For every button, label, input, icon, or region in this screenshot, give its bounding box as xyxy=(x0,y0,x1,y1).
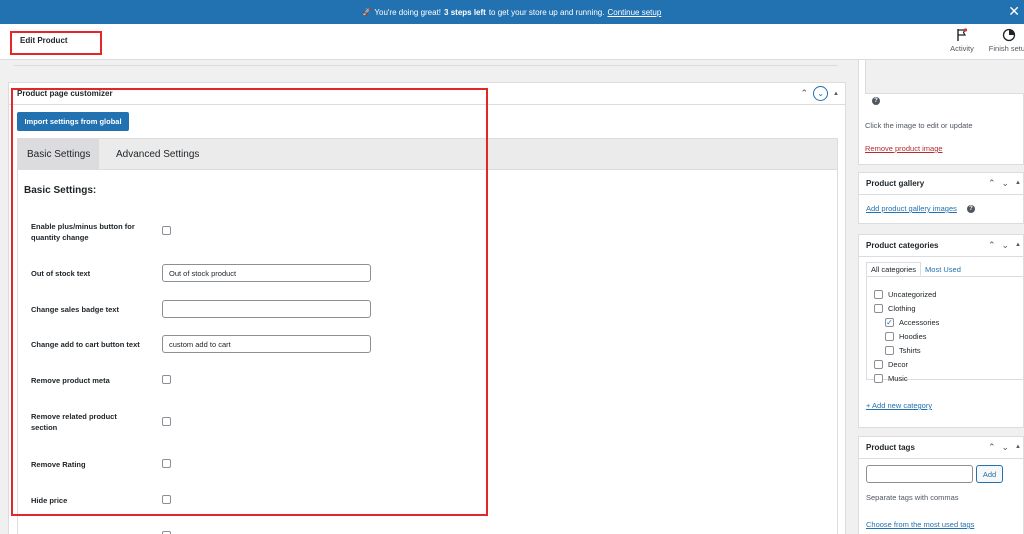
product-image-hint: Click the image to edit or update xyxy=(865,121,973,130)
notice-text-before: You're doing great! xyxy=(374,7,442,17)
category-item[interactable]: Music xyxy=(874,374,908,383)
category-checkbox[interactable] xyxy=(874,374,883,383)
category-label: Decor xyxy=(888,360,909,369)
continue-setup-link[interactable]: Continue setup xyxy=(607,8,661,17)
triangle-up-icon[interactable]: ▲ xyxy=(1015,178,1021,188)
chevron-up-icon[interactable]: ⌃ xyxy=(801,88,809,99)
category-label: Clothing xyxy=(888,304,916,313)
product-categories-header: Product categories ⌃ ⌄ ▲ xyxy=(859,235,1023,257)
product-categories-title: Product categories xyxy=(866,241,939,250)
product-categories-box: Product categories ⌃ ⌄ ▲ All categories … xyxy=(858,234,1024,428)
help-icon[interactable]: ? xyxy=(872,97,880,105)
help-icon[interactable]: ? xyxy=(967,205,975,213)
choose-most-used-tags-link[interactable]: Choose from the most used tags xyxy=(866,520,974,529)
finish-setup-button[interactable]: Finish setup xyxy=(986,28,1024,53)
product-tags-controls: ⌃ ⌄ ▲ xyxy=(988,442,1021,452)
notice-steps-left: 3 steps left xyxy=(444,7,486,17)
product-tags-header: Product tags ⌃ ⌄ ▲ xyxy=(859,437,1023,459)
notice-text-after: to get your store up and running. xyxy=(488,7,605,17)
remove-product-image-link[interactable]: Remove product image xyxy=(865,144,943,153)
category-item[interactable]: Tshirts xyxy=(885,346,921,355)
category-label: Hoodies xyxy=(899,332,927,341)
chevron-up-icon[interactable]: ⌃ xyxy=(988,240,996,250)
product-tags-box: Product tags ⌃ ⌄ ▲ Add Separate tags wit… xyxy=(858,436,1024,534)
triangle-up-icon[interactable]: ▲ xyxy=(1015,240,1021,250)
product-categories-controls: ⌃ ⌄ ▲ xyxy=(988,240,1021,250)
page-header: Edit Product Activity Finish setup xyxy=(0,24,1024,60)
product-gallery-box: Product gallery ⌃ ⌄ ▲ Add product galler… xyxy=(858,172,1024,224)
highlight-box-customizer xyxy=(11,88,488,516)
close-icon[interactable]: ✕ xyxy=(1008,3,1020,19)
activity-label: Activity xyxy=(950,44,974,53)
add-gallery-images-link[interactable]: Add product gallery images xyxy=(866,204,957,213)
chevron-up-icon[interactable]: ⌃ xyxy=(988,178,996,188)
category-label: Tshirts xyxy=(899,346,921,355)
category-list: Uncategorized Clothing ✓ Accessories Hood… xyxy=(866,276,1024,383)
product-image-box: ? Click the image to edit or update Remo… xyxy=(858,60,1024,165)
category-checkbox[interactable] xyxy=(885,346,894,355)
tab-most-used[interactable]: Most Used xyxy=(921,262,965,276)
category-item[interactable]: Decor xyxy=(874,360,908,369)
chevron-down-icon[interactable]: ⌄ xyxy=(1002,178,1010,188)
product-image-preview[interactable] xyxy=(865,60,1024,94)
chevron-down-icon[interactable]: ⌄ xyxy=(1002,442,1010,452)
finish-setup-label: Finish setup xyxy=(988,44,1024,53)
setup-notice-bar: 🚀 You're doing great! 3 steps left to ge… xyxy=(0,0,1024,24)
previous-section-edge xyxy=(14,60,838,66)
tag-input[interactable] xyxy=(866,465,973,483)
tags-hint: Separate tags with commas xyxy=(866,493,959,502)
highlight-box-title xyxy=(10,31,102,55)
chevron-up-icon[interactable]: ⌃ xyxy=(988,442,996,452)
category-checkbox[interactable] xyxy=(885,332,894,341)
chevron-down-icon[interactable]: ⌄ xyxy=(813,86,829,101)
product-gallery-title: Product gallery xyxy=(866,179,925,188)
add-tag-button[interactable]: Add xyxy=(976,465,1003,483)
tab-all-categories[interactable]: All categories xyxy=(866,262,922,276)
activity-button[interactable]: Activity xyxy=(942,28,982,53)
category-item[interactable]: ✓ Accessories xyxy=(885,318,939,327)
product-gallery-controls: ⌃ ⌄ ▲ xyxy=(988,178,1021,188)
metabox-controls: ⌃ ⌄ ▲ xyxy=(801,86,839,101)
category-label: Accessories xyxy=(899,318,940,327)
add-new-category-link[interactable]: + Add new category xyxy=(866,401,932,410)
product-tags-title: Product tags xyxy=(866,443,915,452)
category-label: Music xyxy=(888,374,908,383)
progress-circle-icon xyxy=(986,28,1024,44)
rocket-icon: 🚀 xyxy=(362,9,372,16)
category-checkbox[interactable] xyxy=(874,360,883,369)
category-label: Uncategorized xyxy=(888,290,937,299)
triangle-up-icon[interactable]: ▲ xyxy=(833,91,839,97)
category-tabs: All categories Most Used xyxy=(866,262,965,276)
flag-icon xyxy=(942,28,982,44)
category-item[interactable]: Uncategorized xyxy=(874,290,936,299)
category-checkbox[interactable] xyxy=(874,290,883,299)
category-item[interactable]: Clothing xyxy=(874,304,916,313)
triangle-up-icon[interactable]: ▲ xyxy=(1015,442,1021,452)
category-checkbox-checked[interactable]: ✓ xyxy=(885,318,894,327)
chevron-down-icon[interactable]: ⌄ xyxy=(1002,240,1010,250)
category-checkbox[interactable] xyxy=(874,304,883,313)
product-gallery-header: Product gallery ⌃ ⌄ ▲ xyxy=(859,173,1023,195)
category-item[interactable]: Hoodies xyxy=(885,332,927,341)
